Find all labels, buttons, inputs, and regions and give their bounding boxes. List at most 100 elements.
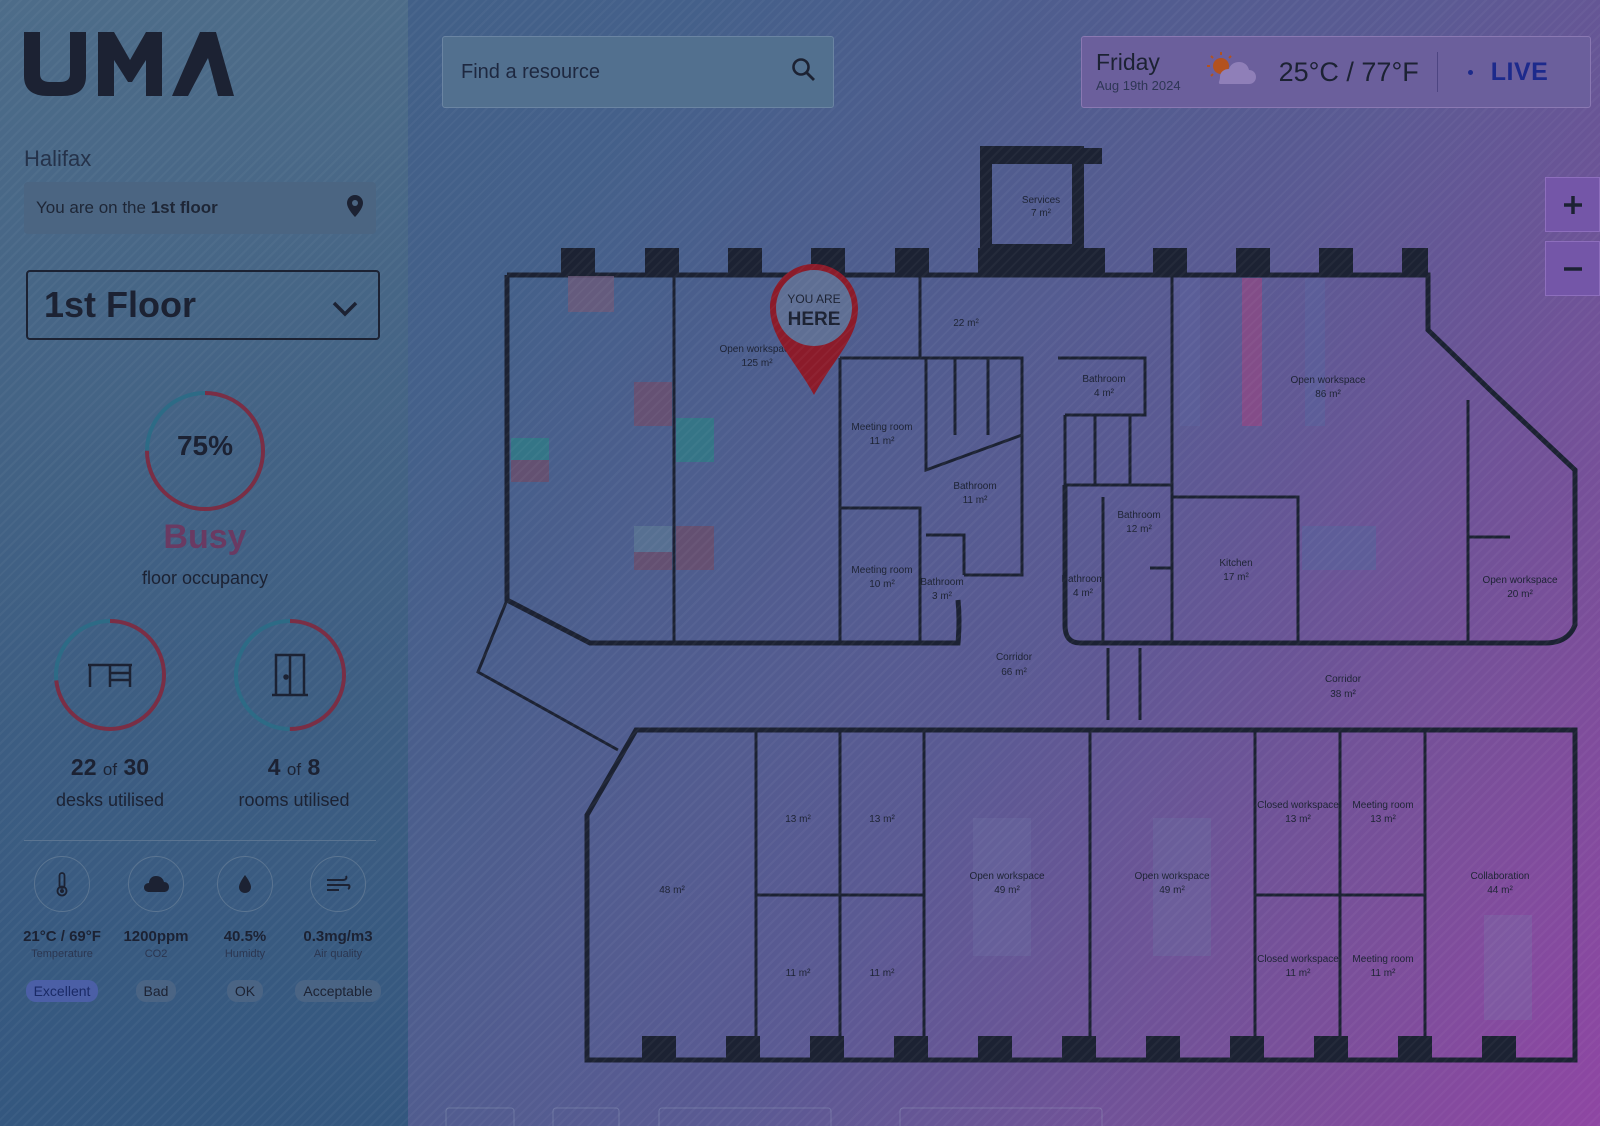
room-area: 11 m² xyxy=(1371,968,1396,979)
search-icon[interactable] xyxy=(791,57,817,88)
room-area: 49 m² xyxy=(994,885,1020,896)
room-name: Meeting room xyxy=(851,565,912,576)
desks-caption: desks utilised xyxy=(55,790,165,810)
room-area: 125 m² xyxy=(741,358,773,369)
occupancy-caption: floor occupancy xyxy=(141,568,269,588)
rooms-caption: rooms utilised xyxy=(238,790,350,810)
partly-cloudy-icon xyxy=(1203,50,1259,95)
room-area: 11 m² xyxy=(1286,968,1311,979)
status-badge: OK xyxy=(226,980,264,1002)
room-area: 13 m² xyxy=(1370,814,1396,825)
room-area: 11 m² xyxy=(870,436,895,447)
status-badge: Excellent xyxy=(25,980,99,1002)
status-badge: Acceptable xyxy=(295,980,381,1002)
room-name: Corridor xyxy=(1325,674,1362,685)
zoom-in-button[interactable] xyxy=(1545,177,1600,232)
humidity-drop-icon xyxy=(217,856,273,912)
thermometer-icon xyxy=(34,856,90,912)
room-area: 7 m² xyxy=(1031,208,1052,219)
room-area: 11 m² xyxy=(786,968,811,979)
chevron-down-icon xyxy=(332,284,358,326)
city-name: Halifax xyxy=(24,146,92,171)
room-area: 12 m² xyxy=(1126,524,1152,535)
location-pin-icon xyxy=(346,194,364,223)
env-value: 40.5% xyxy=(223,928,267,945)
room-name: Corridor xyxy=(996,652,1033,663)
weather-divider xyxy=(1436,52,1438,92)
room-name: Meeting room xyxy=(1352,800,1413,811)
weather-date-block: Friday Aug 19th 2024 xyxy=(1096,49,1181,94)
env-humidity: 40.5% Humidty OK xyxy=(199,856,291,1002)
lower-block-walls xyxy=(584,727,1578,1063)
room-area: 86 m² xyxy=(1315,389,1341,400)
zoom-out-icon xyxy=(1562,258,1584,280)
zoom-in-icon xyxy=(1562,194,1584,216)
room-area: 3 m² xyxy=(932,591,953,602)
env-value: 21°C / 69°F xyxy=(23,928,101,945)
door-icon xyxy=(272,653,308,697)
room-name: Bathroom xyxy=(1117,510,1160,521)
occupancy-status: Busy xyxy=(163,518,247,556)
current-floor-banner: You are on the 1st floor xyxy=(24,182,376,234)
env-air-quality: 0.3mg/m3 Air quality Acceptable xyxy=(292,856,384,1002)
room-area: 13 m² xyxy=(869,814,895,825)
env-value: 1200ppm xyxy=(123,928,189,945)
live-badge: LIVE xyxy=(1490,57,1549,86)
room-area: 22 m² xyxy=(953,318,979,329)
room-name: Bathroom xyxy=(1061,574,1104,585)
room-name: Bathroom xyxy=(953,481,996,492)
env-temperature: 21°C / 69°F Temperature Excellent xyxy=(16,856,108,1002)
floor-select-value: 1st Floor xyxy=(44,284,197,325)
room-name: Open workspace xyxy=(1134,871,1209,882)
env-label: Temperature xyxy=(31,948,93,960)
rooms-ring xyxy=(234,619,346,731)
room-name: Bathroom xyxy=(1082,374,1125,385)
rooms-count: 4 of 8 xyxy=(267,754,321,780)
room-area: 49 m² xyxy=(1159,885,1185,896)
air-quality-icon xyxy=(310,856,366,912)
zoom-out-button[interactable] xyxy=(1545,241,1600,296)
room-name: Services xyxy=(1022,195,1060,206)
weather-temperature: 25°C / 77°F xyxy=(1278,56,1419,87)
search-input[interactable] xyxy=(459,59,763,85)
room-name: Open workspace xyxy=(1482,575,1557,586)
logo-mark xyxy=(24,32,234,96)
room-area: 17 m² xyxy=(1223,572,1249,583)
room-name: Meeting room xyxy=(851,422,912,433)
room-area: 4 m² xyxy=(1073,588,1094,599)
room-area: 20 m² xyxy=(1507,589,1533,600)
env-value: 0.3mg/m3 xyxy=(303,928,373,945)
env-label: Humidty xyxy=(224,948,266,960)
pin-line2: HERE xyxy=(788,309,841,330)
pin-line1: YOU ARE xyxy=(787,292,840,306)
desks-count: 22 of 30 xyxy=(70,754,150,780)
room-area: 10 m² xyxy=(869,579,895,590)
room-area: 48 m² xyxy=(659,885,685,896)
room-area: 13 m² xyxy=(1285,814,1311,825)
co2-cloud-icon xyxy=(128,856,184,912)
sidebar-divider xyxy=(24,840,376,841)
room-name: Collaboration xyxy=(1471,871,1530,882)
room-area: 11 m² xyxy=(963,495,988,506)
room-area: 4 m² xyxy=(1094,388,1115,399)
weather-day: Friday xyxy=(1096,49,1160,75)
room-name: Open workspace xyxy=(1290,375,1365,386)
room-area: 13 m² xyxy=(785,814,811,825)
floor-select[interactable]: 1st Floor xyxy=(26,270,380,340)
room-name: Closed workspace xyxy=(1257,800,1339,811)
env-label: Air quality xyxy=(313,948,363,960)
room-area: 38 m² xyxy=(1330,689,1356,700)
occupancy-percent: 75% xyxy=(176,430,234,461)
floor-note-text: You are on the 1st floor xyxy=(36,198,218,217)
room-name: Bathroom xyxy=(920,577,963,588)
weather-date: Aug 19th 2024 xyxy=(1096,78,1181,93)
desk-icon xyxy=(88,663,132,687)
room-name: Kitchen xyxy=(1219,558,1252,569)
services-room[interactable]: Services 7 m² xyxy=(980,146,1102,256)
desks-ring xyxy=(54,619,166,731)
status-badge: Bad xyxy=(135,980,177,1002)
env-co2: 1200ppm CO2 Bad xyxy=(110,856,202,1002)
room-name: Meeting room xyxy=(1352,954,1413,965)
room-name: Open workspace xyxy=(969,871,1044,882)
search-box[interactable] xyxy=(442,36,834,108)
